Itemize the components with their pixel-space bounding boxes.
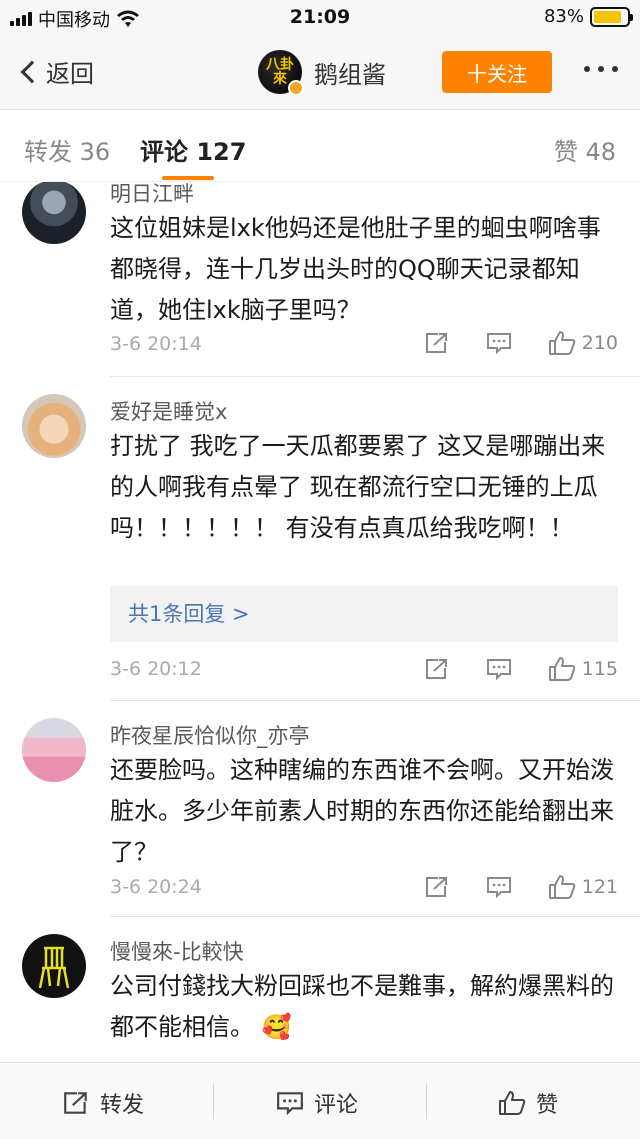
comment-item: 昨夜星辰恰似你_亦亭 还要脸吗。这种瞎编的东西谁不会啊。又开始泼脏水。多少年前素…: [0, 718, 640, 908]
like-button[interactable]: 210: [548, 330, 618, 356]
comment-item: 爱好是睡觉x 打扰了 我吃了一天瓜都要累了 这又是哪蹦出来的人啊我有点晕了 现在…: [0, 394, 640, 694]
nav-profile[interactable]: 八卦來 鹅组酱: [258, 50, 386, 96]
thumbs-up-icon: [548, 657, 575, 681]
tab-comments[interactable]: 评论 127: [140, 132, 246, 167]
view-replies-link[interactable]: 共1条回复 >: [110, 586, 618, 642]
follow-button[interactable]: 十关注: [442, 51, 552, 93]
commenter-name[interactable]: 爱好是睡觉x: [110, 396, 227, 426]
divider: [213, 1083, 214, 1119]
repost-button[interactable]: [424, 875, 450, 899]
status-right: 83%: [543, 6, 633, 27]
thumbs-up-icon: [548, 331, 575, 355]
comment-actions: 121: [388, 874, 618, 900]
back-label: 返回: [46, 60, 94, 88]
divider: [110, 700, 640, 701]
avatar: 八卦來: [258, 50, 304, 96]
page-title: 鹅组酱: [314, 60, 386, 89]
comment-icon: [277, 1092, 303, 1116]
comment-item: 慢慢來-比較快 公司付錢找大粉回踩也不是難事，解約爆黑料的都不能相信。 🥰: [0, 934, 640, 1062]
verified-badge-icon: [288, 80, 304, 96]
repost-button[interactable]: [424, 331, 450, 355]
back-button[interactable]: 返回: [18, 54, 94, 89]
tab-reposts[interactable]: 转发 36: [24, 132, 110, 167]
comment-label: 评论: [314, 1093, 359, 1118]
battery-percent: 83%: [543, 6, 584, 27]
reply-button[interactable]: [486, 875, 512, 899]
comment-item: 明日江畔 这位姐妹是lxk他妈还是他肚子里的蛔虫啊啥事都晓得，连十几岁出头时的Q…: [0, 182, 640, 376]
nav-bar: 返回 八卦來 鹅组酱 十关注: [0, 36, 640, 110]
share-icon: [64, 1092, 87, 1114]
comment-text: 打扰了 我吃了一天瓜都要累了 这又是哪蹦出来的人啊我有点晕了 现在都流行空口无锤…: [110, 432, 606, 542]
avatar[interactable]: [22, 182, 86, 244]
reply-button[interactable]: [486, 331, 512, 355]
thumbs-up-icon: [548, 875, 575, 899]
tab-likes[interactable]: 赞 48: [554, 132, 616, 167]
like-count: 210: [581, 332, 618, 354]
emoji-icon: 🥰: [261, 1013, 292, 1041]
comment-actions: 210: [388, 330, 618, 356]
comment-button[interactable]: 评论: [276, 1087, 358, 1119]
like-count: 115: [581, 658, 618, 680]
divider: [426, 1083, 427, 1119]
avatar[interactable]: [22, 934, 86, 998]
like-count: 121: [581, 876, 618, 898]
share-icon: [425, 877, 447, 897]
comment-time: 3-6 20:14: [110, 333, 202, 355]
comment-text: 公司付錢找大粉回踩也不是難事，解約爆黑料的都不能相信。 🥰: [110, 966, 616, 1048]
avatar[interactable]: [22, 718, 86, 782]
comment-icon: [486, 333, 511, 355]
commenter-name[interactable]: 昨夜星辰恰似你_亦亭: [110, 720, 310, 750]
repost-button[interactable]: [424, 657, 450, 681]
comment-icon: [486, 659, 511, 681]
like-label: 赞: [536, 1093, 559, 1118]
comment-text: 还要脸吗。这种瞎编的东西谁不会啊。又开始泼脏水。多少年前素人时期的东西你还能给翻…: [110, 756, 614, 866]
more-options-icon[interactable]: [584, 66, 618, 72]
divider: [110, 376, 640, 377]
comment-time: 3-6 20:24: [110, 876, 202, 898]
commenter-name[interactable]: 明日江畔: [110, 182, 194, 208]
tab-bar: 转发 36 评论 127 赞 48: [0, 110, 640, 182]
active-tab-indicator: [162, 176, 214, 180]
like-button[interactable]: 赞: [498, 1087, 558, 1119]
comment-text: 这位姐妹是lxk他妈还是他肚子里的蛔虫啊啥事都晓得，连十几岁出头时的QQ聊天记录…: [110, 214, 601, 324]
like-button[interactable]: 121: [548, 874, 618, 900]
chevron-left-icon: [20, 60, 44, 83]
divider: [110, 916, 640, 917]
comment-icon: [486, 877, 511, 899]
comment-actions: 115: [388, 656, 618, 682]
chair-icon: [38, 946, 70, 989]
repost-label: 转发: [100, 1093, 145, 1118]
comment-text-body: 公司付錢找大粉回踩也不是難事，解約爆黑料的都不能相信。: [110, 972, 614, 1041]
bottom-toolbar: 转发 评论 赞: [0, 1062, 640, 1139]
avatar[interactable]: [22, 394, 86, 458]
comment-time: 3-6 20:12: [110, 658, 202, 680]
comment-list[interactable]: 明日江畔 这位姐妹是lxk他妈还是他肚子里的蛔虫啊啥事都晓得，连十几岁出头时的Q…: [0, 182, 640, 1062]
share-icon: [425, 659, 447, 679]
thumbs-up-icon: [499, 1091, 526, 1115]
like-button[interactable]: 115: [548, 656, 618, 682]
battery-icon: [590, 6, 633, 27]
repost-button[interactable]: 转发: [62, 1087, 144, 1119]
reply-button[interactable]: [486, 657, 512, 681]
status-bar: 中国移动 21:09 83%: [0, 0, 640, 36]
share-icon: [425, 333, 447, 353]
commenter-name[interactable]: 慢慢來-比較快: [110, 936, 244, 966]
